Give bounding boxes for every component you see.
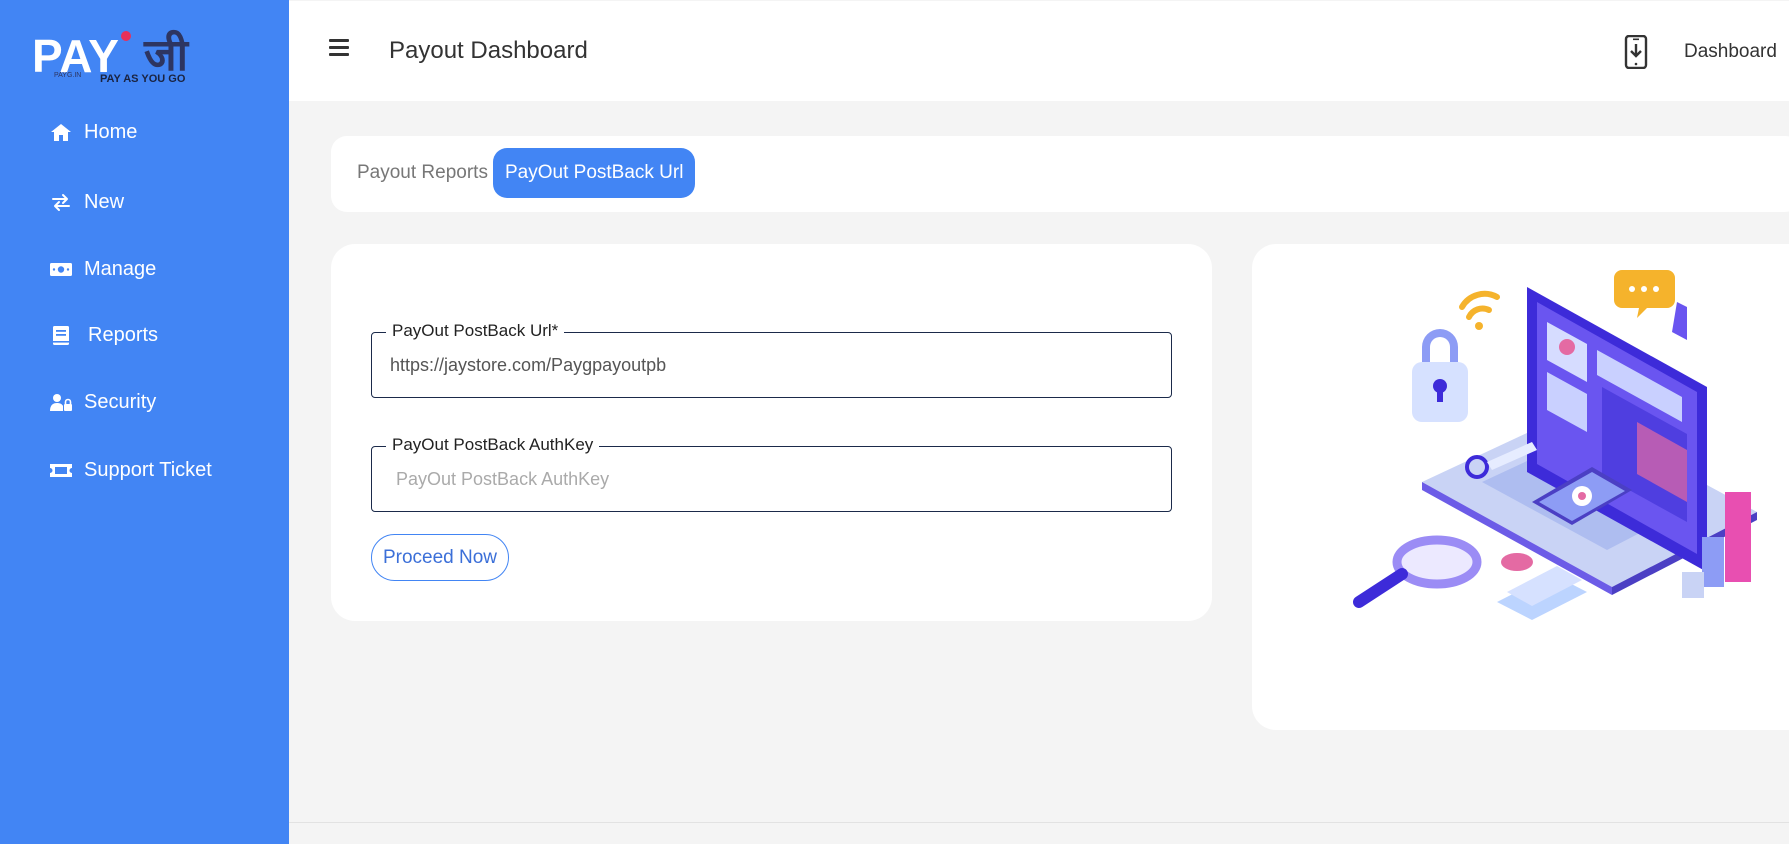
postback-authkey-input[interactable] <box>372 447 1171 511</box>
home-icon <box>48 121 74 143</box>
svg-text:PAY AS YOU GO: PAY AS YOU GO <box>100 73 186 85</box>
security-laptop-illustration <box>1353 270 1757 620</box>
postback-url-input[interactable] <box>372 333 1171 397</box>
mobile-download-icon[interactable] <box>1624 34 1648 70</box>
sidebar-item-security[interactable]: Security <box>48 382 156 422</box>
illustration-card <box>1252 244 1789 730</box>
dashboard-link[interactable]: Dashboard <box>1684 41 1777 63</box>
sidebar-item-manage[interactable]: Manage <box>48 249 156 289</box>
postback-authkey-field: PayOut PostBack AuthKey <box>371 435 1172 512</box>
proceed-now-button[interactable]: Proceed Now <box>371 534 509 581</box>
sidebar-item-label: Support Ticket <box>84 458 212 481</box>
page-title: Payout Dashboard <box>389 37 588 64</box>
sidebar-item-label: Reports <box>88 323 159 346</box>
sidebar-item-support-ticket[interactable]: Support Ticket <box>48 450 212 490</box>
sidebar-item-home[interactable]: Home <box>48 112 137 152</box>
exchange-icon <box>48 191 74 213</box>
user-lock-icon <box>48 391 74 413</box>
book-icon <box>48 324 74 346</box>
sidebar: PAY जी PAYG.IN PAY AS YOU GO Home New Ma… <box>0 0 289 844</box>
sidebar-item-label: Home <box>84 120 138 143</box>
postback-url-field: PayOut PostBack Url* <box>371 321 1172 398</box>
top-header: Payout Dashboard Dashboard <box>289 1 1789 101</box>
sidebar-item-label: Security <box>84 390 157 413</box>
sidebar-item-new[interactable]: New <box>48 182 124 222</box>
footer-divider <box>289 822 1789 823</box>
tab-payout-reports[interactable]: Payout Reports <box>345 148 500 198</box>
tabs-bar: Payout Reports PayOut PostBack Url <box>331 136 1789 212</box>
sidebar-item-reports[interactable]: Reports <box>48 315 158 355</box>
brand-logo[interactable]: PAY जी PAYG.IN PAY AS YOU GO <box>32 20 242 96</box>
sidebar-item-label: Manage <box>84 257 157 280</box>
ticket-icon <box>48 459 74 481</box>
sidebar-item-label: New <box>84 190 125 213</box>
tab-payout-postback-url[interactable]: PayOut PostBack Url <box>493 148 696 198</box>
postback-form-card: PayOut PostBack Url* PayOut PostBack Aut… <box>331 244 1212 621</box>
hamburger-menu-icon[interactable] <box>329 39 349 57</box>
svg-text:PAYG.IN: PAYG.IN <box>54 72 81 79</box>
money-icon <box>48 258 74 280</box>
